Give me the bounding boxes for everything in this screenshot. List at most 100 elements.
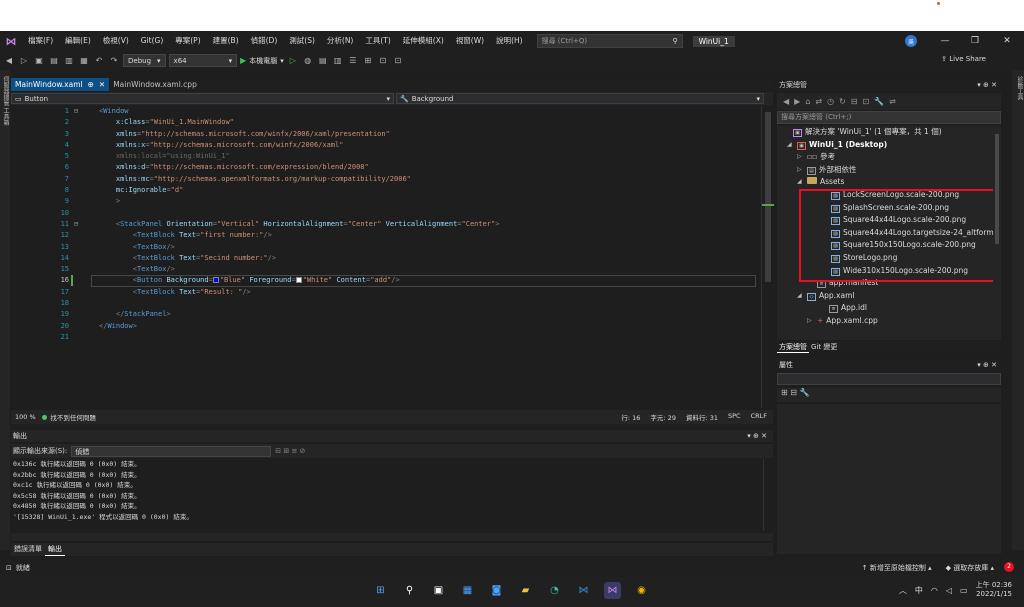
expand-arrow-icon[interactable]: ◢ xyxy=(787,139,794,152)
bookmark-icon[interactable]: ⊡ xyxy=(392,56,404,65)
expand-arrow-icon[interactable]: ◢ xyxy=(797,176,804,189)
alphabetical-icon[interactable]: ⊟ xyxy=(790,388,797,397)
forward-icon[interactable]: ▷ xyxy=(18,56,30,65)
hot-reload-icon[interactable]: ◍ xyxy=(302,56,314,65)
code-line[interactable]: 2 x:Class="WinUi_1.MainWindow" xyxy=(11,117,761,128)
add-source-control-button[interactable]: ↑ 新增至原始檔控制 ▴ xyxy=(862,563,932,573)
menu-item[interactable]: 工具(T) xyxy=(359,31,396,51)
store-icon[interactable]: ◙ xyxy=(488,582,505,599)
code-line[interactable]: 3 xmlns="http://schemas.microsoft.com/wi… xyxy=(11,129,761,140)
notification-bell-icon[interactable]: 2 xyxy=(1004,562,1014,572)
live-share-button[interactable]: ⇪ Live Share xyxy=(941,55,986,63)
tree-scrollbar[interactable] xyxy=(993,126,1001,332)
code-line[interactable]: 12 <TextBlock Text="first number:"/> xyxy=(11,230,761,241)
code-line[interactable]: 19 </StackPanel> xyxy=(11,309,761,320)
code-line[interactable]: 1 ⊟ <Window xyxy=(11,106,761,117)
categorized-icon[interactable]: ⊞ xyxy=(781,388,788,397)
expand-arrow-icon[interactable]: ▷ xyxy=(797,151,804,164)
properties-object-select[interactable] xyxy=(777,373,1001,385)
edge-icon[interactable]: ◔ xyxy=(546,582,563,599)
tree-horizontal-scrollbar[interactable] xyxy=(777,332,1001,340)
maximize-button[interactable]: ❐ xyxy=(960,31,990,51)
menu-item[interactable]: 延伸模組(X) xyxy=(397,31,450,51)
save-icon[interactable]: ▥ xyxy=(63,56,75,65)
clock[interactable]: 上午 02:36 2022/1/15 xyxy=(976,581,1012,599)
open-icon[interactable]: ▤ xyxy=(48,56,60,65)
scroll-thumb[interactable] xyxy=(995,134,999,244)
code-line[interactable]: 13 <TextBox/> xyxy=(11,242,761,253)
tab-solution-explorer[interactable]: 方案總管 xyxy=(777,341,809,353)
issues-label[interactable]: 找不到任何問題 xyxy=(50,412,96,422)
toolbar-icon[interactable]: ☰ xyxy=(347,56,359,65)
config-select[interactable]: Debug ▾ xyxy=(123,54,166,67)
start-without-debug-icon[interactable]: ▷ xyxy=(287,56,299,65)
code-line[interactable]: 6 xmlns:d="http://schemas.microsoft.com/… xyxy=(11,162,761,173)
tab-error-list[interactable]: 錯誤清單 xyxy=(11,543,45,556)
close-icon[interactable]: ▾ ⊕ ✕ xyxy=(747,430,767,442)
close-icon[interactable]: ▾ ⊕ ✕ xyxy=(977,358,997,372)
home-icon[interactable]: ⌂ xyxy=(805,97,810,106)
search-icon[interactable]: ⚲ xyxy=(401,582,418,599)
menu-item[interactable]: 編輯(E) xyxy=(59,31,97,51)
tree-node[interactable]: ▣ 解決方案 'WinUi_1' (1 個專案，共 1 個) xyxy=(783,126,942,139)
tree-node[interactable]: ◢ ▣ WinUi_1 (Desktop) xyxy=(787,139,887,152)
visual-studio-icon[interactable]: ⋈ xyxy=(604,582,621,599)
code-line[interactable]: 15 <TextBox/> xyxy=(11,264,761,275)
wifi-icon[interactable]: ◠ xyxy=(931,586,938,595)
show-all-icon[interactable]: ⊡ xyxy=(862,97,869,106)
code-line[interactable]: 20 </Window> xyxy=(11,321,761,332)
editor-scrollbar[interactable] xyxy=(761,106,774,408)
expand-arrow-icon[interactable]: ◢ xyxy=(797,290,804,303)
output-tools-icon[interactable]: ⊟ ⊞ ≡ ⊘ xyxy=(275,447,305,455)
right-side-strip[interactable]: 診斷工具 xyxy=(1012,70,1024,550)
vscode-icon[interactable]: ⋈ xyxy=(575,582,592,599)
menu-item[interactable]: 專案(P) xyxy=(169,31,206,51)
widgets-icon[interactable]: ▦ xyxy=(459,582,476,599)
redo-icon[interactable]: ↷ xyxy=(108,56,120,65)
left-side-strip[interactable]: 伺服器總管 工具箱 xyxy=(0,70,10,550)
collapse-icon[interactable]: ⊟ xyxy=(851,97,858,106)
toolbar-icon[interactable]: ▤ xyxy=(317,56,329,65)
code-line[interactable]: 4 xmlns:x="http://schemas.microsoft.com/… xyxy=(11,140,761,151)
tab-git-changes[interactable]: Git 變更 xyxy=(809,341,839,353)
code-line[interactable]: 11 ⊟ <StackPanel Orientation="Vertical" H… xyxy=(11,219,761,230)
platform-select[interactable]: x64 ▾ xyxy=(168,54,238,67)
undo-icon[interactable]: ↶ xyxy=(93,56,105,65)
file-explorer-icon[interactable]: ▰ xyxy=(517,582,534,599)
scroll-thumb[interactable] xyxy=(765,112,771,282)
toolbar-icon[interactable]: ▥ xyxy=(332,56,344,65)
fold-toggle-icon[interactable]: ⊟ xyxy=(74,219,78,230)
tree-node[interactable]: ◢ ◇ App.xaml xyxy=(797,290,854,303)
menu-item[interactable]: 檔案(F) xyxy=(22,31,59,51)
pin-icon[interactable]: ⊕ xyxy=(88,78,94,91)
properties-icon[interactable]: 🔧 xyxy=(874,97,884,106)
code-line[interactable]: 10 xyxy=(11,208,761,219)
output-source-select[interactable]: 偵錯 xyxy=(71,445,272,457)
tab-mainwindow-xaml-cpp[interactable]: MainWindow.xaml.cpp xyxy=(109,78,201,91)
solution-search-input[interactable]: 搜尋方案總管 (Ctrl+;) xyxy=(777,111,1001,124)
code-line[interactable]: 5 xmlns:local="using:WinUi_1" xyxy=(11,151,761,162)
tree-node[interactable]: ◢ Assets xyxy=(797,176,844,189)
sync-icon[interactable]: ⇄ xyxy=(815,97,822,106)
select-repo-button[interactable]: ◆ 選取存放庫 ▴ xyxy=(946,563,994,573)
spc-indicator[interactable]: SPC xyxy=(728,412,741,422)
tree-node[interactable]: ▷ + App.xaml.cpp xyxy=(807,315,878,328)
output-text[interactable]: 0x136c 執行緒以返回碼 0 (0x0) 結束。 0x2bbc 執行緒以返回碼… xyxy=(11,459,763,531)
search-input[interactable]: 搜尋 (Ctrl+Q) xyxy=(542,36,588,46)
code-line[interactable]: 16 <Button Background= "Blue" Foreground=… xyxy=(11,275,761,287)
avatar[interactable]: 吳 xyxy=(905,35,917,47)
tab-mainwindow-xaml[interactable]: MainWindow.xaml ⊕ ✕ xyxy=(11,78,110,91)
new-item-icon[interactable]: ▣ xyxy=(33,56,45,65)
menu-item[interactable]: 分析(N) xyxy=(321,31,359,51)
code-line[interactable]: 9 > xyxy=(11,196,761,207)
menu-item[interactable]: 檢視(V) xyxy=(97,31,135,51)
menu-item[interactable]: Git(G) xyxy=(135,31,170,51)
close-icon[interactable]: ▾ ⊕ ✕ xyxy=(977,78,997,92)
code-line[interactable]: 14 <TextBlock Text="Secind number:"/> xyxy=(11,253,761,264)
save-all-icon[interactable]: ▦ xyxy=(78,56,90,65)
ime-indicator[interactable]: 中 xyxy=(915,585,923,596)
volume-icon[interactable]: ◁ xyxy=(946,586,952,595)
run-button[interactable]: ▶ 本機電腦 ▾ xyxy=(240,56,284,66)
close-button[interactable]: ✕ xyxy=(992,31,1022,51)
wrench-icon[interactable]: 🔧 xyxy=(800,388,810,397)
